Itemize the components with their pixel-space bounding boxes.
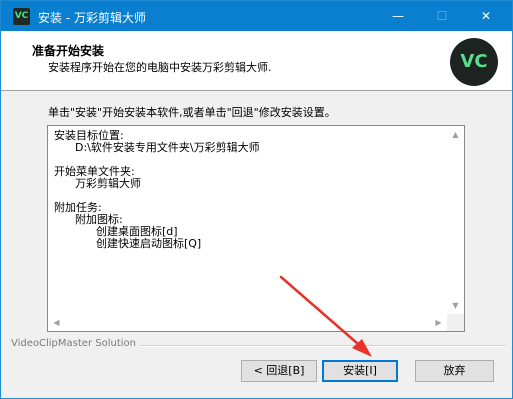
window-title: 安装 - 万彩剪辑大师: [38, 11, 146, 25]
close-button[interactable]: ✕: [464, 1, 508, 31]
instruction-text: 单击"安装"开始安装本软件,或者单击"回退"修改安装设置。: [48, 106, 336, 119]
divider-line: [131, 345, 506, 347]
scrollbar-corner: [447, 314, 464, 331]
page-title: 准备开始安装: [32, 44, 105, 58]
wizard-header: 准备开始安装 安装程序开始在您的电脑中安装万彩剪辑大师. VC: [1, 31, 512, 91]
vc-logo: VC: [450, 38, 498, 86]
summary-line: 万彩剪辑大师: [54, 177, 141, 190]
scroll-down-icon[interactable]: ▼: [447, 297, 464, 314]
scroll-right-icon[interactable]: ▶: [430, 314, 447, 331]
minimize-button[interactable]: —: [376, 1, 420, 31]
brand-divider: VideoClipMaster Solution: [1, 338, 512, 352]
installer-window: VC 安装 - 万彩剪辑大师 — ☐ ✕ 准备开始安装 安装程序开始在您的电脑中…: [0, 0, 513, 399]
summary-line: D:\软件安装专用文件夹\万彩剪辑大师: [54, 141, 260, 154]
install-summary-memo[interactable]: 安装目标位置: D:\软件安装专用文件夹\万彩剪辑大师 开始菜单文件夹: 万彩剪…: [47, 125, 465, 332]
scroll-left-icon[interactable]: ◀: [48, 314, 65, 331]
summary-lines: 安装目标位置: D:\软件安装专用文件夹\万彩剪辑大师 开始菜单文件夹: 万彩剪…: [54, 130, 260, 250]
app-icon: VC: [13, 8, 30, 25]
horizontal-scrollbar[interactable]: ◀ ▶: [48, 314, 447, 331]
maximize-button: ☐: [436, 9, 448, 23]
summary-line: 创建快速启动图标[Q]: [54, 237, 202, 250]
title-bar[interactable]: VC 安装 - 万彩剪辑大师 — ☐ ✕: [1, 1, 512, 31]
scroll-up-icon[interactable]: ▲: [447, 126, 464, 143]
install-button[interactable]: 安装[I]: [322, 360, 398, 382]
back-button[interactable]: < 回退[B]: [241, 360, 317, 382]
page-subtitle: 安装程序开始在您的电脑中安装万彩剪辑大师.: [48, 61, 272, 74]
cancel-button[interactable]: 放弃: [415, 360, 494, 382]
vertical-scrollbar[interactable]: ▲ ▼: [447, 126, 464, 314]
brand-label: VideoClipMaster Solution: [11, 338, 140, 349]
